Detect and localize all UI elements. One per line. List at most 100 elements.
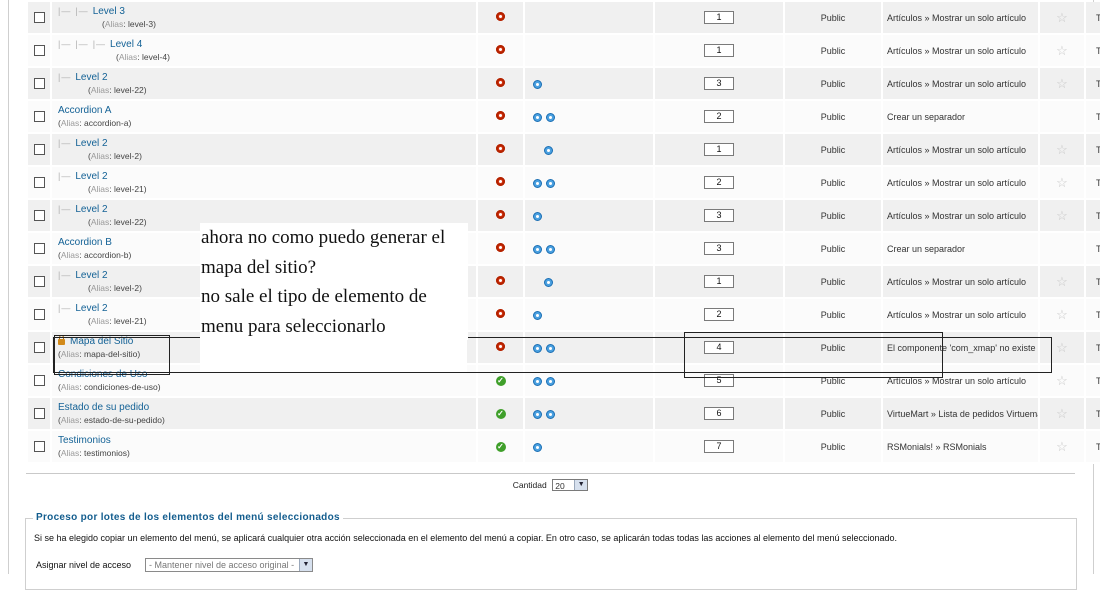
row-checkbox[interactable] (33, 441, 45, 453)
row-checkbox-cell (28, 200, 50, 233)
row-checkbox[interactable] (33, 177, 45, 189)
menu-item-title-link[interactable]: Estado de su pedido (58, 402, 149, 413)
star-icon[interactable]: ☆ (1056, 43, 1068, 58)
home-dot-icon (546, 343, 555, 353)
annotation-note: ahora no como puedo generar el mapa del … (200, 223, 468, 340)
unpublished-icon[interactable] (496, 276, 505, 285)
order-input[interactable]: 4 (704, 341, 734, 354)
star-icon[interactable]: ☆ (1056, 208, 1068, 223)
row-checkbox[interactable] (33, 408, 45, 420)
row-checkbox[interactable] (33, 342, 45, 354)
status-cell (478, 200, 523, 233)
menu-item-title-link[interactable]: Level 2 (75, 72, 107, 83)
status-cell (478, 134, 523, 167)
row-checkbox[interactable] (33, 78, 45, 90)
note-underlay (200, 340, 467, 373)
alias-text: (Alias: level-4) (116, 52, 170, 62)
unpublished-icon[interactable] (496, 342, 505, 351)
row-checkbox[interactable] (33, 144, 45, 156)
order-input[interactable]: 1 (704, 143, 734, 156)
chevron-down-icon: ▼ (574, 480, 588, 490)
alias-value: accordion-a (84, 118, 129, 128)
menu-item-title-link[interactable]: Level 2 (75, 204, 107, 215)
unpublished-icon[interactable] (496, 177, 505, 186)
default-cell: ☆ (1040, 332, 1084, 365)
type-cell: Artículos » Mostrar un solo artículo (883, 167, 1038, 200)
unpublished-icon[interactable] (496, 210, 505, 219)
access-cell: Public (785, 68, 881, 101)
order-input[interactable]: 3 (704, 209, 734, 222)
title-cell: |— |— Level 3 (Alias: level-3) (52, 2, 476, 35)
star-icon[interactable]: ☆ (1056, 142, 1068, 157)
menu-item-title-link[interactable]: Accordion A (58, 105, 111, 116)
alias-value: mapa-del-sitio (84, 349, 138, 359)
order-input[interactable]: 6 (704, 407, 734, 420)
unpublished-icon[interactable] (496, 12, 505, 21)
row-checkbox[interactable] (33, 276, 45, 288)
order-cell: 3 (655, 68, 783, 101)
tree-marker: |— (75, 6, 89, 16)
order-input[interactable]: 2 (704, 110, 734, 123)
row-checkbox[interactable] (33, 309, 45, 321)
row-checkbox[interactable] (33, 210, 45, 222)
row-checkbox[interactable] (33, 111, 45, 123)
star-icon[interactable]: ☆ (1056, 439, 1068, 454)
language-cell: Todos (1086, 266, 1100, 299)
row-checkbox[interactable] (33, 12, 45, 24)
order-input[interactable]: 2 (704, 176, 734, 189)
star-icon[interactable]: ☆ (1056, 307, 1068, 322)
order-input[interactable]: 1 (704, 44, 734, 57)
pagination-bar: Cantidad 20 ▼ (26, 473, 1075, 496)
order-cell: 4 (655, 332, 783, 365)
menu-item-title-link[interactable]: Level 3 (93, 6, 125, 17)
home-cell (525, 431, 653, 464)
menu-item-title-link[interactable]: Level 2 (75, 171, 107, 182)
menu-item-title-link[interactable]: Level 2 (75, 270, 107, 281)
unpublished-icon[interactable] (496, 309, 505, 318)
table-row: |— Level 2 (Alias: level-22) 3 Public Artícul… (28, 68, 1100, 101)
menu-item-title-link[interactable]: Level 2 (75, 303, 107, 314)
row-checkbox[interactable] (33, 375, 45, 387)
home-dot-icon (533, 442, 542, 452)
unpublished-icon[interactable] (496, 111, 505, 120)
order-cell: 3 (655, 200, 783, 233)
unpublished-icon[interactable] (496, 144, 505, 153)
star-icon[interactable]: ☆ (1056, 373, 1068, 388)
order-input[interactable]: 3 (704, 77, 734, 90)
star-icon[interactable]: ☆ (1056, 274, 1068, 289)
unpublished-icon[interactable] (496, 78, 505, 87)
row-checkbox-cell (28, 365, 50, 398)
row-checkbox[interactable] (33, 243, 45, 255)
order-input[interactable]: 1 (704, 11, 734, 24)
count-select[interactable]: 20 ▼ (552, 479, 589, 491)
order-input[interactable]: 3 (704, 242, 734, 255)
alias-text: (Alias: accordion-a) (58, 118, 132, 128)
menu-item-title-link[interactable]: Level 4 (110, 39, 142, 50)
menu-item-title-link[interactable]: Testimonios (58, 435, 111, 446)
star-icon[interactable]: ☆ (1056, 76, 1068, 91)
menu-item-title-link[interactable]: Level 2 (75, 138, 107, 149)
menu-item-title-link[interactable]: Condiciones de Uso (58, 369, 148, 380)
batch-access-select[interactable]: - Mantener nivel de acceso original - ▼ (145, 558, 313, 572)
table-row: Testimonios (Alias: testimonios) ✓ 7 Public R… (28, 431, 1100, 464)
star-icon[interactable]: ☆ (1056, 340, 1068, 355)
alias-text: (Alias: level-3) (102, 19, 156, 29)
order-input[interactable]: 2 (704, 308, 734, 321)
published-icon[interactable]: ✓ (495, 376, 506, 386)
unpublished-icon[interactable] (496, 45, 505, 54)
row-checkbox[interactable] (33, 45, 45, 57)
menu-item-title-link[interactable]: Mapa del Sitio (70, 336, 133, 347)
published-icon[interactable]: ✓ (495, 409, 506, 419)
star-icon[interactable]: ☆ (1056, 406, 1068, 421)
order-input[interactable]: 7 (704, 440, 734, 453)
table-row: Accordion A (Alias: accordion-a) 2 Public Cr… (28, 101, 1100, 134)
star-icon[interactable]: ☆ (1056, 175, 1068, 190)
unpublished-icon[interactable] (496, 243, 505, 252)
row-checkbox-cell (28, 398, 50, 431)
published-icon[interactable]: ✓ (495, 442, 506, 452)
menu-item-title-link[interactable]: Accordion B (58, 237, 112, 248)
order-input[interactable]: 5 (704, 374, 734, 387)
status-cell: ✓ (478, 365, 523, 398)
order-input[interactable]: 1 (704, 275, 734, 288)
star-icon[interactable]: ☆ (1056, 10, 1068, 25)
